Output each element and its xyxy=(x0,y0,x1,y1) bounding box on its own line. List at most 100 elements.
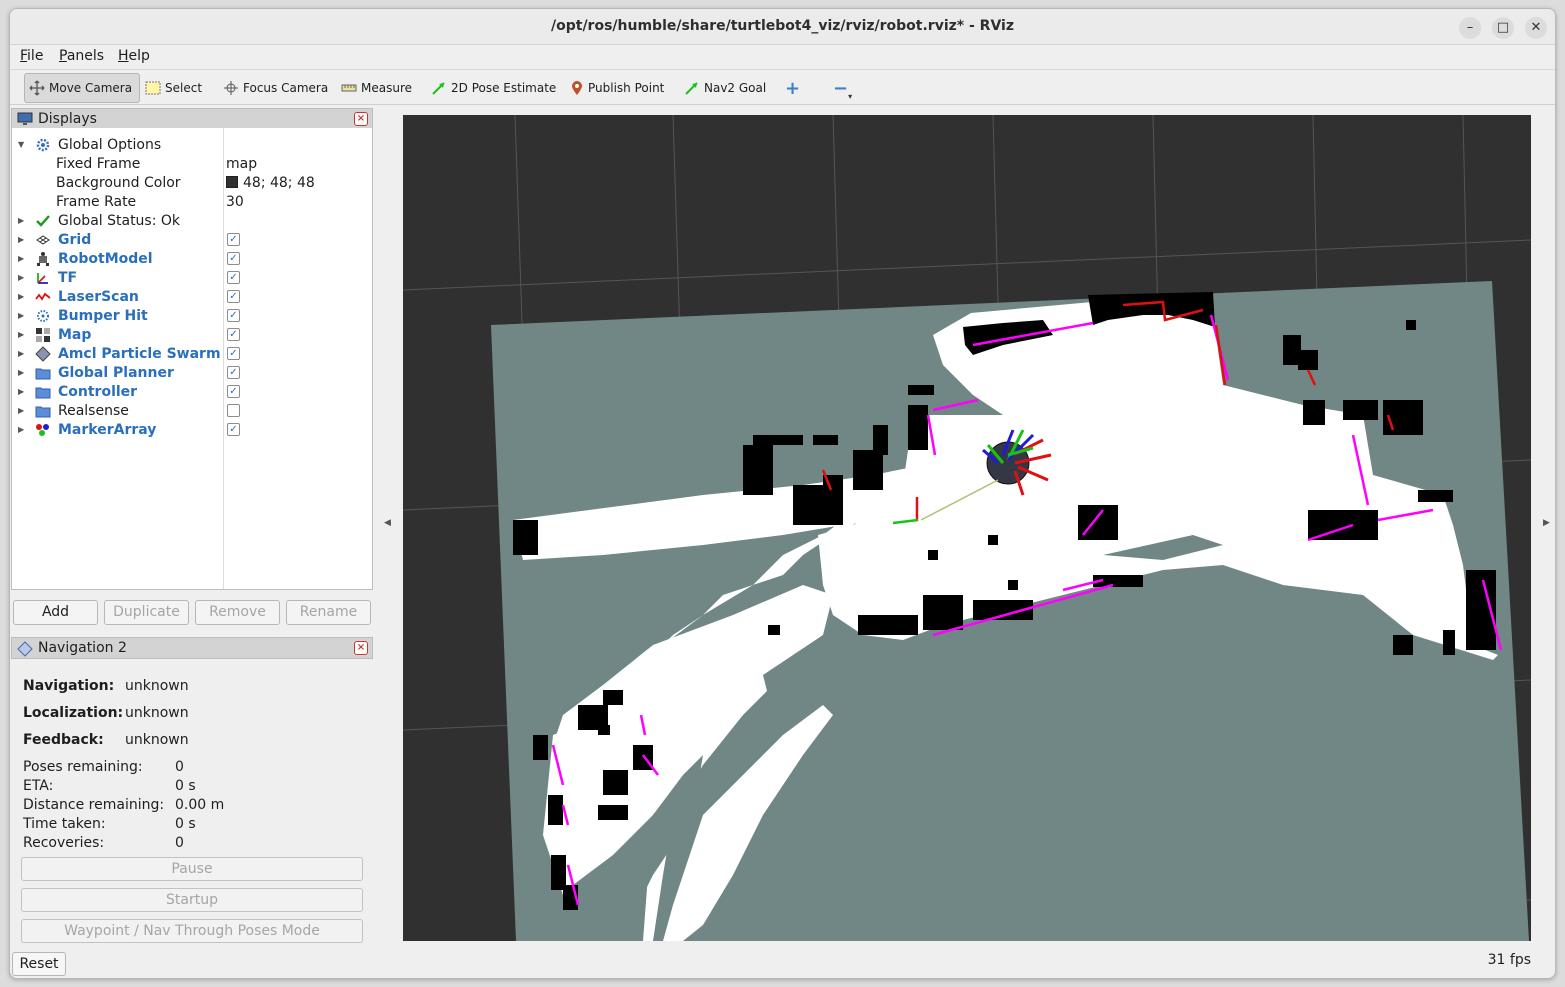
tf-icon xyxy=(37,273,48,284)
startup-button[interactable]: Startup xyxy=(21,888,363,912)
collapsed-arrow-icon[interactable]: ▶ xyxy=(18,349,26,359)
grid-label: Grid xyxy=(58,232,92,248)
markerarray-enabled-checkbox[interactable]: ✓ xyxy=(227,423,240,436)
collapsed-arrow-icon[interactable]: ▶ xyxy=(18,425,26,435)
tree-row-laserscan[interactable]: ▶ LaserScan ✓ xyxy=(12,288,372,307)
collapsed-arrow-icon[interactable]: ▶ xyxy=(18,406,26,416)
tree-row-global-options[interactable]: ▼ Global Options xyxy=(12,136,372,155)
tree-row-frame-rate[interactable]: Frame Rate 30 xyxy=(12,193,372,212)
collapsed-arrow-icon[interactable]: ▶ xyxy=(18,311,26,321)
controller-enabled-checkbox[interactable]: ✓ xyxy=(227,385,240,398)
remove-tool-dropdown-icon[interactable]: ▾ xyxy=(848,92,852,101)
move-camera-tool[interactable]: Move Camera xyxy=(24,73,140,103)
collapsed-arrow-icon[interactable]: ▶ xyxy=(18,368,26,378)
focus-camera-tool[interactable]: Focus Camera xyxy=(219,73,332,103)
background-color-value[interactable]: 48; 48; 48 xyxy=(226,175,315,191)
amcl-particle-swarm-label: Amcl Particle Swarm xyxy=(58,346,221,362)
right-dock-collapse-handle[interactable]: ▶ xyxy=(1541,106,1551,946)
feedback-label: Feedback: xyxy=(23,732,104,748)
tree-row-robotmodel[interactable]: ▶ RobotModel ✓ xyxy=(12,250,372,269)
realsense-enabled-checkbox[interactable] xyxy=(227,404,240,417)
pose-estimate-tool[interactable]: 2D Pose Estimate xyxy=(427,73,560,103)
tree-row-controller[interactable]: ▶ Controller ✓ xyxy=(12,383,372,402)
monitor-icon xyxy=(17,112,33,125)
fixed-frame-value[interactable]: map xyxy=(226,156,257,172)
laserscan-label: LaserScan xyxy=(58,289,139,305)
menu-panels[interactable]: Panels xyxy=(59,48,104,64)
menu-help[interactable]: Help xyxy=(118,48,150,64)
global-planner-enabled-checkbox[interactable]: ✓ xyxy=(227,366,240,379)
navigation-value: unknown xyxy=(125,678,189,694)
title-bar: /opt/ros/humble/share/turtlebot4_viz/rvi… xyxy=(10,9,1555,45)
robotmodel-enabled-checkbox[interactable]: ✓ xyxy=(227,252,240,265)
expand-right-icon: ▶ xyxy=(1543,518,1550,528)
remove-display-button[interactable]: Remove xyxy=(195,600,280,625)
select-icon xyxy=(145,81,161,95)
pause-button[interactable]: Pause xyxy=(21,857,363,881)
collapsed-arrow-icon[interactable]: ▶ xyxy=(18,330,26,340)
displays-panel-close-button[interactable]: × xyxy=(354,112,368,126)
collapsed-arrow-icon[interactable]: ▶ xyxy=(18,254,26,264)
frame-rate-value[interactable]: 30 xyxy=(226,194,244,210)
tree-row-global-planner[interactable]: ▶ Global Planner ✓ xyxy=(12,364,372,383)
waypoint-mode-button[interactable]: Waypoint / Nav Through Poses Mode xyxy=(21,919,363,943)
displays-tree: ▼ Global Options Fixed Frame map Backgro… xyxy=(11,128,373,590)
add-tool-button[interactable]: + xyxy=(781,73,804,103)
expanded-arrow-icon[interactable]: ▼ xyxy=(18,140,26,150)
global-status-label: Global Status: Ok xyxy=(58,213,181,229)
collapsed-arrow-icon[interactable]: ▶ xyxy=(18,387,26,397)
distance-remaining-value: 0.00 m xyxy=(175,797,225,813)
menu-help-label: elp xyxy=(128,48,150,64)
grid-enabled-checkbox[interactable]: ✓ xyxy=(227,233,240,246)
laserscan-enabled-checkbox[interactable]: ✓ xyxy=(227,290,240,303)
rename-display-button[interactable]: Rename xyxy=(286,600,371,625)
left-dock: Displays × ▼ Global Options Fixed Frame … xyxy=(10,106,374,978)
nav2-goal-tool[interactable]: Nav2 Goal xyxy=(680,73,770,103)
3d-render-viewport[interactable] xyxy=(403,115,1531,941)
tf-enabled-checkbox[interactable]: ✓ xyxy=(227,271,240,284)
menu-bar: File Panels Help xyxy=(10,46,1555,68)
tree-row-background-color[interactable]: Background Color 48; 48; 48 xyxy=(12,174,372,193)
window-title: /opt/ros/humble/share/turtlebot4_viz/rvi… xyxy=(551,18,1014,34)
recoveries-value: 0 xyxy=(175,835,184,851)
eta-value: 0 s xyxy=(175,778,196,794)
map-enabled-checkbox[interactable]: ✓ xyxy=(227,328,240,341)
eta-label: ETA: xyxy=(23,778,54,794)
bumper-hit-enabled-checkbox[interactable]: ✓ xyxy=(227,309,240,322)
close-window-button[interactable]: ✕ xyxy=(1525,17,1547,39)
controller-label: Controller xyxy=(58,384,138,400)
tree-row-bumper-hit[interactable]: ▶ Bumper Hit ✓ xyxy=(12,307,372,326)
amcl-particle-swarm-enabled-checkbox[interactable]: ✓ xyxy=(227,347,240,360)
scene-canvas[interactable] xyxy=(403,115,1531,941)
maximize-button[interactable]: □ xyxy=(1492,17,1514,39)
reset-button[interactable]: Reset xyxy=(12,952,66,976)
tree-row-markerarray[interactable]: ▶ MarkerArray ✓ xyxy=(12,421,372,440)
displays-panel-title: Displays xyxy=(38,111,97,127)
collapsed-arrow-icon[interactable]: ▶ xyxy=(18,273,26,283)
minimize-button[interactable]: – xyxy=(1459,17,1481,39)
collapsed-arrow-icon[interactable]: ▶ xyxy=(18,235,26,245)
localization-value: unknown xyxy=(125,705,189,721)
tree-row-amcl-particle-swarm[interactable]: ▶ Amcl Particle Swarm ✓ xyxy=(12,345,372,364)
remove-tool-button[interactable]: − ▾ xyxy=(829,73,856,103)
collapsed-arrow-icon[interactable]: ▶ xyxy=(18,292,26,302)
select-tool[interactable]: Select xyxy=(141,73,206,103)
tree-row-global-status[interactable]: ▶ Global Status: Ok xyxy=(12,212,372,231)
focus-camera-icon xyxy=(224,81,238,95)
collapsed-arrow-icon[interactable]: ▶ xyxy=(18,216,26,226)
publish-point-tool[interactable]: Publish Point xyxy=(566,73,668,103)
duplicate-display-button[interactable]: Duplicate xyxy=(104,600,189,625)
left-dock-collapse-handle[interactable]: ◀ xyxy=(382,106,392,946)
add-display-button[interactable]: Add xyxy=(13,600,98,625)
pose-arrow-icon xyxy=(432,82,445,95)
measure-tool[interactable]: Measure xyxy=(337,73,416,103)
tree-row-map[interactable]: ▶ Map ✓ xyxy=(12,326,372,345)
menu-file[interactable]: File xyxy=(20,48,43,64)
tree-row-realsense[interactable]: ▶ Realsense xyxy=(12,402,372,421)
tree-row-tf[interactable]: ▶ TF ✓ xyxy=(12,269,372,288)
nav2-panel-close-button[interactable]: × xyxy=(354,641,368,655)
color-swatch xyxy=(226,176,238,188)
tree-row-fixed-frame[interactable]: Fixed Frame map xyxy=(12,155,372,174)
tree-row-grid[interactable]: ▶ Grid ✓ xyxy=(12,231,372,250)
markerarray-label: MarkerArray xyxy=(58,422,157,438)
